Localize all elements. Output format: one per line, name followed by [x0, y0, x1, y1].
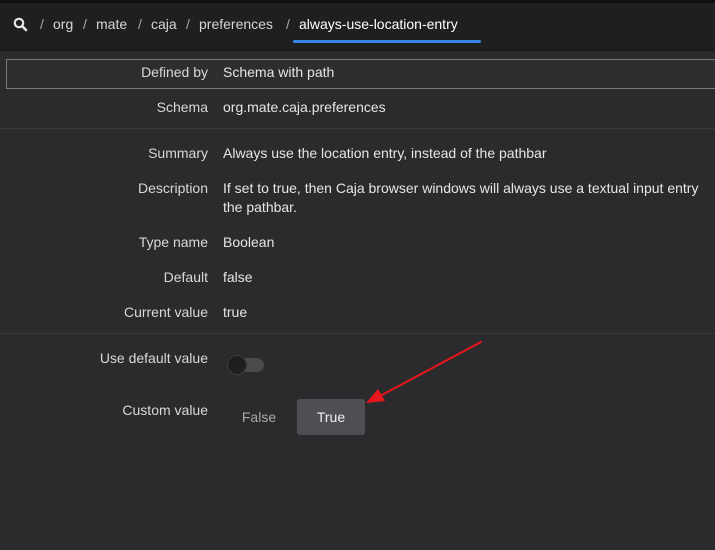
summary-value: Always use the location entry, instead o…	[223, 145, 547, 161]
search-button[interactable]	[10, 14, 32, 36]
path-bar: / org / mate / caja / preferences / alwa…	[0, 0, 715, 51]
key-details-panel: Defined by Schema with path Schema org.m…	[0, 51, 715, 550]
description-value-line2: the pathbar.	[223, 199, 297, 215]
breadcrumb-preferences[interactable]: preferences	[199, 16, 273, 32]
breadcrumb-separator: /	[186, 16, 190, 32]
breadcrumb-org[interactable]: org	[53, 16, 73, 32]
section-divider	[0, 128, 715, 129]
type-name-label: Type name	[138, 234, 208, 250]
type-name-value: Boolean	[223, 234, 275, 250]
breadcrumb-mate[interactable]: mate	[96, 16, 127, 32]
breadcrumb-separator: /	[138, 16, 142, 32]
breadcrumb-separator: /	[83, 16, 87, 32]
description-value-line1: If set to true, then Caja browser window…	[223, 180, 699, 196]
search-icon	[13, 17, 28, 32]
custom-value-true-button[interactable]: True	[297, 399, 365, 435]
use-default-value-label: Use default value	[99, 350, 208, 366]
breadcrumb-separator: /	[40, 16, 44, 32]
schema-label: Schema	[156, 99, 208, 115]
breadcrumb-separator: /	[286, 16, 290, 32]
schema-value: org.mate.caja.preferences	[223, 99, 386, 115]
current-value-label: Current value	[123, 304, 208, 320]
switch-knob	[227, 355, 247, 375]
defined-by-value: Schema with path	[223, 64, 335, 80]
custom-value-false-button[interactable]: False	[230, 399, 288, 435]
description-label: Description	[137, 180, 208, 196]
breadcrumb-caja[interactable]: caja	[151, 16, 177, 32]
use-default-value-switch[interactable]	[227, 355, 264, 375]
default-value: false	[223, 269, 253, 285]
defined-by-label: Defined by	[141, 64, 208, 80]
section-divider	[0, 333, 715, 334]
breadcrumb-current-key[interactable]: always-use-location-entry	[299, 16, 458, 32]
active-breadcrumb-underline	[293, 40, 481, 43]
default-label: Default	[163, 269, 208, 285]
window-top-edge	[0, 0, 715, 3]
custom-value-label: Custom value	[122, 402, 208, 418]
summary-label: Summary	[148, 145, 208, 161]
current-value-value: true	[223, 304, 248, 320]
